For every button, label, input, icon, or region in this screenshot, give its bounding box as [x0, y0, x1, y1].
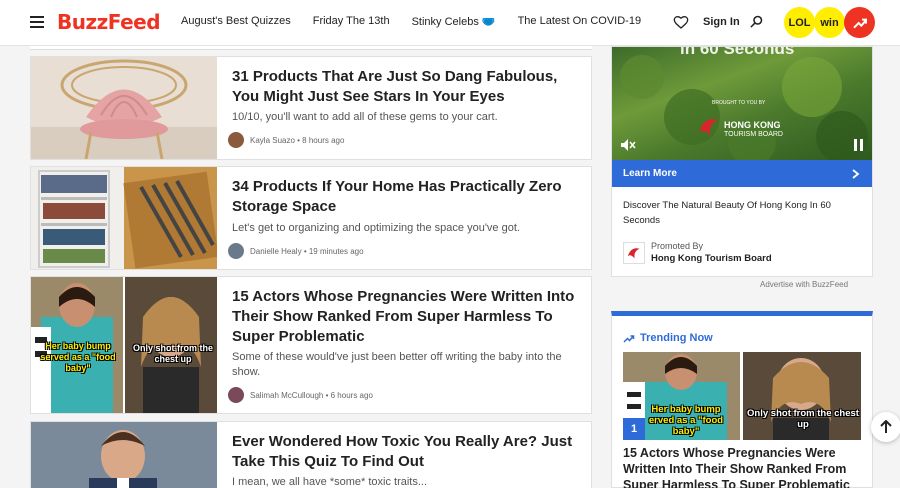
advertise-link[interactable]: Advertise with BuzzFeed	[760, 280, 848, 289]
hong-kong-logo-icon	[699, 119, 718, 136]
article-thumbnail[interactable]	[31, 57, 217, 159]
menu-icon[interactable]	[30, 16, 44, 28]
learn-more-button[interactable]: Learn More	[612, 160, 872, 187]
article-card[interactable]: 31 Products That Are Just So Dang Fabulo…	[30, 56, 592, 160]
author-avatar[interactable]	[228, 387, 244, 403]
ad-title[interactable]: Discover The Natural Beauty Of Hong Kong…	[623, 198, 863, 228]
image-caption: Her baby bump erved as a "food baby"	[648, 404, 724, 437]
sponsor-name[interactable]: Hong Kong Tourism Board	[651, 253, 772, 264]
trending-heading-label: Trending Now	[640, 332, 713, 344]
author-avatar[interactable]	[228, 243, 244, 259]
trending-heading: Trending Now	[623, 332, 713, 344]
storage-products-image	[31, 167, 217, 269]
article-card[interactable]: Her baby bump served as a "food baby" On…	[30, 276, 592, 414]
quiz-thumbnail-image	[31, 422, 217, 488]
author-name[interactable]: Salimah McCullough	[250, 391, 323, 400]
chevron-right-icon	[852, 169, 860, 179]
trending-now-panel: Trending Now Her baby bump erved as a "f…	[611, 311, 873, 488]
heart-icon[interactable]	[673, 14, 689, 30]
article-description: Some of these would've just been better …	[232, 351, 562, 378]
learn-more-label: Learn More	[623, 168, 677, 179]
author-name[interactable]: Kayla Suazo	[250, 136, 295, 145]
article-description: I mean, we all have *some* toxic traits.…	[232, 476, 428, 488]
lol-badge[interactable]: LOL	[784, 7, 815, 38]
ad-video-text: in 60 Seconds	[680, 47, 795, 58]
site-header: BuzzFeed August's Best Quizzes Friday Th…	[0, 0, 900, 46]
site-logo[interactable]: BuzzFeed	[57, 10, 161, 34]
post-time: • 8 hours ago	[297, 135, 345, 145]
image-caption: Her baby bump served as a "food baby"	[40, 341, 116, 373]
top-nav: August's Best Quizzes Friday The 13th St…	[181, 15, 663, 28]
scroll-to-top-button[interactable]	[871, 412, 900, 442]
shell-chair-image	[31, 57, 217, 159]
brand-line-2: TOURISM BOARD	[724, 131, 783, 138]
mute-icon[interactable]	[620, 138, 636, 152]
article-thumbnail[interactable]	[31, 167, 217, 269]
article-thumbnail[interactable]: Her baby bump served as a "food baby" On…	[31, 277, 217, 413]
nav-link-quizzes[interactable]: August's Best Quizzes	[181, 15, 291, 28]
author-name[interactable]: Danielle Healy	[250, 247, 302, 256]
article-thumbnail[interactable]	[31, 422, 217, 488]
win-badge[interactable]: win	[814, 7, 845, 38]
promoted-by-label: Promoted By	[651, 241, 704, 251]
brand-line-1: HONG KONG	[724, 120, 781, 130]
article-title[interactable]: 31 Products That Are Just So Dang Fabulo…	[232, 67, 582, 107]
nav-link-friday[interactable]: Friday The 13th	[313, 15, 390, 28]
trending-thumbnail[interactable]: Her baby bump erved as a "food baby" Onl…	[623, 352, 861, 440]
article-title[interactable]: 15 Actors Whose Pregnancies Were Written…	[232, 287, 582, 347]
sponsored-ad[interactable]: in 60 Seconds BROUGHT TO YOU BY HONG KON…	[611, 46, 873, 277]
nav-link-covid[interactable]: The Latest On COVID-19	[518, 15, 642, 28]
image-caption: Only shot from the chest up	[747, 408, 859, 430]
arrow-up-icon	[880, 420, 892, 433]
sign-in-link[interactable]: Sign In	[703, 16, 740, 28]
article-title[interactable]: 34 Products If Your Home Has Practically…	[232, 177, 582, 217]
article-byline: Kayla Suazo • 8 hours ago	[228, 132, 344, 148]
pause-icon[interactable]	[854, 139, 864, 151]
trending-badge[interactable]	[844, 7, 875, 38]
brought-by-label: BROUGHT TO YOU BY	[712, 100, 766, 106]
article-title[interactable]: Ever Wondered How Toxic You Really Are? …	[232, 432, 582, 472]
post-time: • 19 minutes ago	[303, 246, 364, 256]
article-byline: Salimah McCullough • 6 hours ago	[228, 387, 373, 403]
rank-badge: 1	[623, 418, 645, 440]
trending-arrow-icon	[623, 335, 635, 343]
hong-kong-logo-icon	[627, 247, 640, 259]
article-byline: Danielle Healy • 19 minutes ago	[228, 243, 364, 259]
previous-card-edge	[30, 46, 592, 50]
trending-arrow-icon	[852, 18, 867, 28]
article-description: Let's get to organizing and optimizing t…	[232, 222, 520, 234]
ad-video[interactable]: in 60 Seconds BROUGHT TO YOU BY HONG KON…	[612, 47, 872, 160]
promoted-by: Promoted By Hong Kong Tourism Board	[623, 241, 772, 264]
article-card[interactable]: Ever Wondered How Toxic You Really Are? …	[30, 421, 592, 488]
trending-title[interactable]: 15 Actors Whose Pregnancies Were Written…	[623, 445, 868, 488]
sponsor-logo[interactable]	[623, 241, 645, 264]
nav-link-celebs[interactable]: Stinky Celebs 🩲	[412, 15, 496, 28]
article-card[interactable]: 34 Products If Your Home Has Practically…	[30, 166, 592, 270]
author-avatar[interactable]	[228, 132, 244, 148]
post-time: • 6 hours ago	[325, 390, 373, 400]
article-description: 10/10, you'll want to add all of these g…	[232, 111, 498, 123]
image-caption: Only shot from the chest up	[132, 343, 213, 364]
search-icon[interactable]	[749, 14, 764, 29]
